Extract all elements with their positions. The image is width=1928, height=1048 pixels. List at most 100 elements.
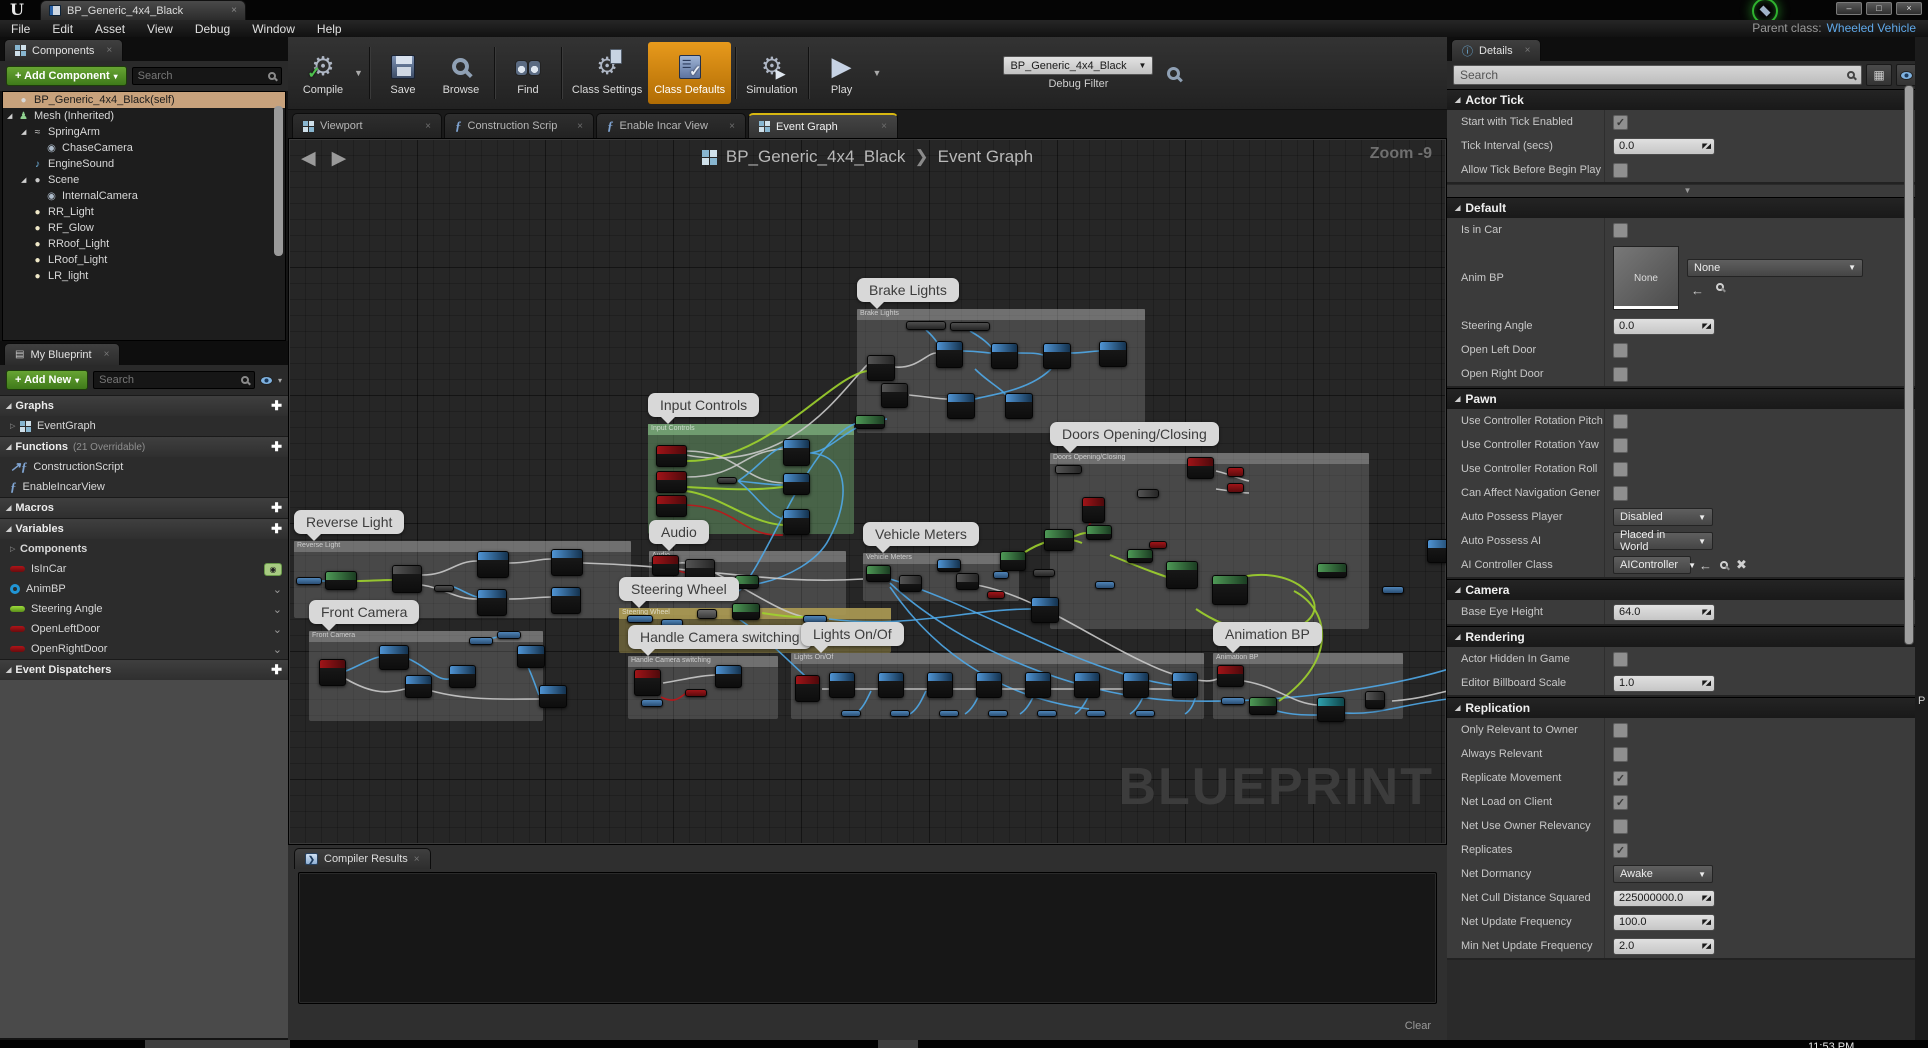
numeric-field[interactable]: 225000000.0◤◢ <box>1613 890 1715 907</box>
graph-node-blue[interactable] <box>477 589 507 616</box>
eye-closed-icon[interactable]: ⌄ <box>273 603 282 616</box>
graph-node-dk[interactable] <box>1137 489 1159 498</box>
comment-label-bubble[interactable]: Audio <box>649 520 709 544</box>
checkbox[interactable] <box>1613 438 1628 453</box>
graph-node-red[interactable] <box>319 659 346 686</box>
expander-icon[interactable]: ◢ <box>21 128 31 136</box>
expander-icon[interactable]: ◢ <box>7 112 17 120</box>
checkbox[interactable] <box>1613 462 1628 477</box>
asset-thumbnail[interactable]: None <box>1613 246 1679 310</box>
tree-item-internalcamera[interactable]: ◉InternalCamera <box>3 188 285 204</box>
list-item-openleftdoor[interactable]: OpenLeftDoor⌄ <box>0 619 288 639</box>
graph-pin-node[interactable] <box>697 609 717 619</box>
details-search-input[interactable]: Search <box>1453 65 1862 85</box>
graph-node-dk[interactable] <box>1365 691 1385 709</box>
graph-pin-node[interactable] <box>296 577 322 585</box>
menu-help[interactable]: Help <box>306 22 353 36</box>
graph-node-red[interactable] <box>634 669 661 696</box>
checkbox[interactable] <box>1613 723 1628 738</box>
graph-node-green[interactable] <box>325 571 357 590</box>
menu-debug[interactable]: Debug <box>184 22 241 36</box>
graph-pin-node[interactable] <box>434 585 454 592</box>
graph-node-blue[interactable] <box>936 341 963 368</box>
chevron-down-icon[interactable]: ▼ <box>354 68 363 78</box>
parent-class-link[interactable]: Wheeled Vehicle <box>1827 21 1916 35</box>
graph-pin-node[interactable] <box>1382 586 1404 594</box>
tab-viewport[interactable]: Viewport× <box>292 113 442 138</box>
details-section-rendering[interactable]: ◢Rendering <box>1447 626 1928 647</box>
eye-closed-icon[interactable]: ⌄ <box>273 643 282 656</box>
chevron-down-icon[interactable]: ▼ <box>873 68 882 78</box>
graph-node-blue[interactable] <box>1172 672 1198 698</box>
graph-node-blue[interactable] <box>1427 539 1447 563</box>
close-button[interactable]: × <box>1896 2 1922 15</box>
graph-node-blue[interactable] <box>783 439 810 466</box>
comment-doors-opening-closing[interactable]: Doors Opening/Closing <box>1050 453 1369 629</box>
graph-node-dk[interactable] <box>881 383 908 408</box>
graph-pin-node[interactable] <box>685 689 707 697</box>
graph-node-green[interactable] <box>1127 549 1153 563</box>
list-item-steering-angle[interactable]: Steering Angle⌄ <box>0 599 288 619</box>
graph-pin-node[interactable] <box>906 321 946 330</box>
eye-closed-icon[interactable]: ⌄ <box>273 583 282 596</box>
menu-file[interactable]: File <box>0 22 41 36</box>
graph-node-green[interactable] <box>1044 529 1074 551</box>
close-icon[interactable]: × <box>414 854 420 865</box>
graph-node-green[interactable] <box>1212 575 1248 605</box>
graph-node-blue[interactable] <box>551 549 583 576</box>
use-selected-icon[interactable]: ← <box>1699 558 1712 573</box>
checkbox[interactable] <box>1613 163 1628 178</box>
graph-node-red[interactable] <box>656 445 687 467</box>
tab-compiler-results[interactable]: ❯ Compiler Results × <box>294 848 431 869</box>
graph-pin-node[interactable] <box>1086 710 1106 717</box>
tree-item-rr-light[interactable]: ●RR_Light <box>3 204 285 220</box>
comment-label-bubble[interactable]: Doors Opening/Closing <box>1050 422 1219 446</box>
list-item-animbp[interactable]: AnimBP⌄ <box>0 579 288 599</box>
graph-pin-node[interactable] <box>1135 710 1155 717</box>
dropdown[interactable]: Awake▼ <box>1613 865 1713 883</box>
comment-label-bubble[interactable]: Brake Lights <box>857 278 959 302</box>
checkbox[interactable] <box>1613 343 1628 358</box>
graph-node-teal[interactable] <box>1317 697 1345 722</box>
list-item-isincar[interactable]: IsInCar◉ <box>0 559 288 579</box>
graph-pin-node[interactable] <box>1037 710 1057 717</box>
graph-node-blue[interactable] <box>379 645 409 670</box>
section-expander[interactable]: ▼ <box>1447 184 1928 197</box>
myblueprint-search-input[interactable]: Search <box>93 371 255 389</box>
tab-event-graph[interactable]: Event Graph× <box>748 113 898 138</box>
numeric-field[interactable]: 2.0◤◢ <box>1613 938 1715 955</box>
browse-icon[interactable] <box>1720 561 1728 569</box>
expander-icon[interactable]: ◢ <box>21 176 31 184</box>
list-item-eventgraph[interactable]: ▷EventGraph <box>0 416 288 436</box>
list-item-constructionscript[interactable]: ↗ƒConstructionScript <box>0 457 288 477</box>
menu-asset[interactable]: Asset <box>84 22 136 36</box>
graph-pin-node[interactable] <box>950 322 990 331</box>
add-icon[interactable]: ✚ <box>271 521 282 537</box>
numeric-field[interactable]: 0.0◤◢ <box>1613 318 1715 335</box>
components-scrollbar[interactable] <box>274 106 283 256</box>
graph-node-blue[interactable] <box>715 665 742 688</box>
expander-icon[interactable]: ◢ <box>1455 96 1460 104</box>
details-section-replication[interactable]: ◢Replication <box>1447 697 1928 718</box>
graph-pin-node[interactable] <box>1033 569 1055 577</box>
breadcrumb-current[interactable]: Event Graph <box>938 147 1033 167</box>
restore-button[interactable]: □ <box>1866 2 1892 15</box>
minimize-button[interactable]: – <box>1836 2 1862 15</box>
section-header-macros[interactable]: ◢Macros✚ <box>0 497 288 518</box>
browse-icon[interactable] <box>1716 283 1724 291</box>
graph-node-blue[interactable] <box>783 473 810 495</box>
tree-item-chasecamera[interactable]: ◉ChaseCamera <box>3 140 285 156</box>
use-selected-icon[interactable]: ← <box>1691 283 1704 298</box>
graph-node-dk[interactable] <box>867 355 895 381</box>
expander-icon[interactable]: ◢ <box>1455 586 1460 594</box>
add-component-button[interactable]: + Add Component▾ <box>6 66 127 86</box>
details-section-camera[interactable]: ◢Camera <box>1447 579 1928 600</box>
graph-node-green[interactable] <box>1000 551 1026 571</box>
graph-pin-node[interactable] <box>939 710 959 717</box>
eye-icon[interactable]: ◉ <box>264 563 282 576</box>
close-icon[interactable]: × <box>106 45 112 56</box>
forward-arrow-icon[interactable]: ▶ <box>332 147 347 170</box>
checkbox[interactable] <box>1613 223 1628 238</box>
expander-icon[interactable]: ◢ <box>6 443 11 451</box>
expander-icon[interactable]: ◢ <box>1455 704 1460 712</box>
